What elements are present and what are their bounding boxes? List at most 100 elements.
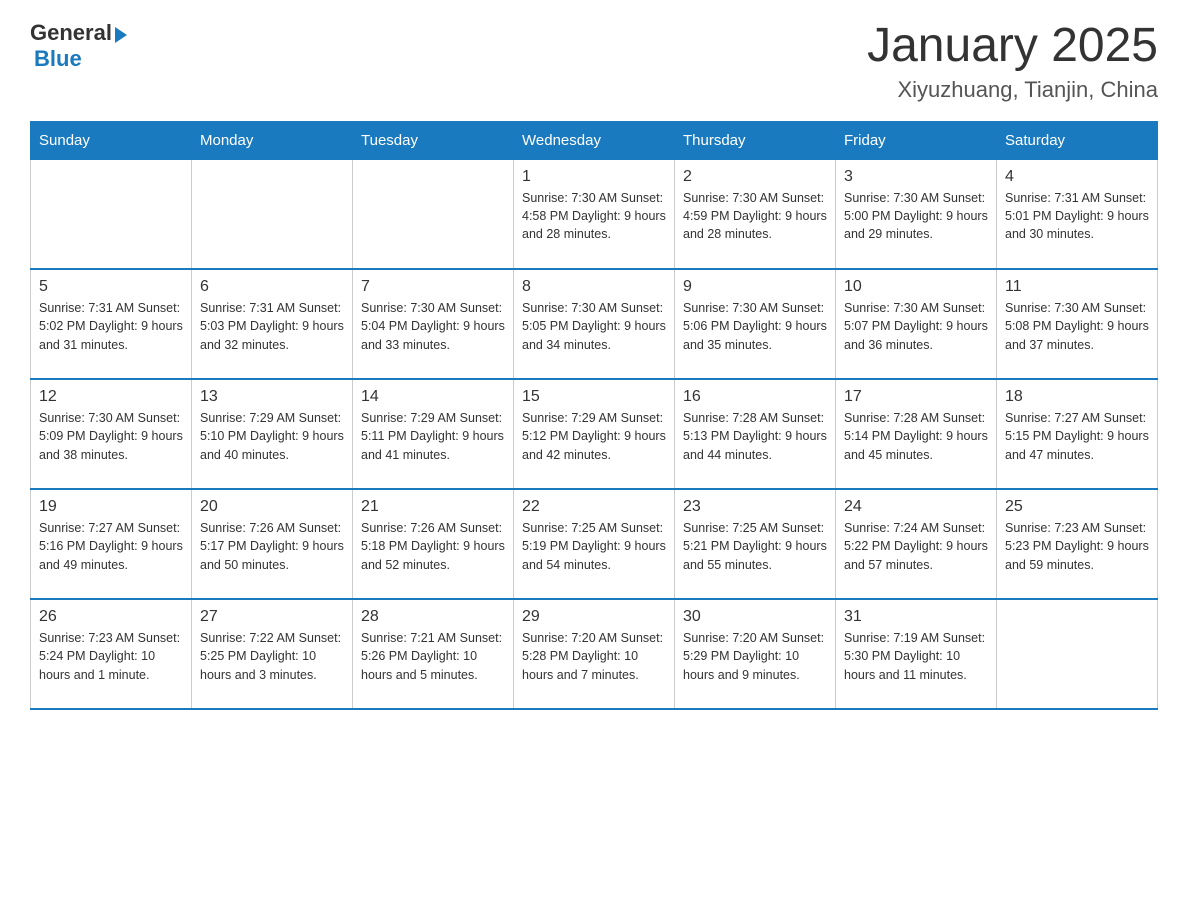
calendar-cell: 28Sunrise: 7:21 AM Sunset: 5:26 PM Dayli… — [353, 599, 514, 709]
calendar-week-row: 19Sunrise: 7:27 AM Sunset: 5:16 PM Dayli… — [31, 489, 1158, 599]
day-number: 31 — [844, 608, 988, 626]
day-number: 21 — [361, 498, 505, 516]
calendar-week-row: 26 Sunrise: 7:23 AM Sunset: 5:24 PM Dayli… — [31, 599, 1158, 709]
day-info: Sunrise: 7:19 AM Sunset: 5:30 PM Dayligh… — [844, 629, 988, 683]
day-info: Sunrise: 7:26 AM Sunset: 5:18 PM Dayligh… — [361, 519, 505, 573]
day-info: Sunrise: 7:25 AM Sunset: 5:19 PM Dayligh… — [522, 519, 666, 573]
calendar-week-row: 1 Sunrise: 7:30 AM Sunset: 4:58 PM Daylig… — [31, 159, 1158, 269]
calendar-table: SundayMondayTuesdayWednesdayThursdayFrid… — [30, 121, 1158, 711]
calendar-cell: 6 Sunrise: 7:31 AM Sunset: 5:03 PM Daylig… — [192, 269, 353, 379]
day-number: 4 — [1005, 168, 1149, 186]
day-number: 20 — [200, 498, 344, 516]
day-number: 7 — [361, 278, 505, 296]
calendar-cell — [31, 159, 192, 269]
calendar-cell: 26 Sunrise: 7:23 AM Sunset: 5:24 PM Dayli… — [31, 599, 192, 709]
calendar-cell: 3 Sunrise: 7:30 AM Sunset: 5:00 PM Daylig… — [836, 159, 997, 269]
calendar-cell: 4Sunrise: 7:31 AM Sunset: 5:01 PM Daylig… — [997, 159, 1158, 269]
page-header: General Blue January 2025 Xiyuzhuang, Ti… — [30, 20, 1158, 103]
day-info: Sunrise: 7:30 AM Sunset: 5:07 PM Dayligh… — [844, 299, 988, 353]
calendar-cell: 27 Sunrise: 7:22 AM Sunset: 5:25 PM Dayli… — [192, 599, 353, 709]
day-info: Sunrise: 7:31 AM Sunset: 5:03 PM Dayligh… — [200, 299, 344, 353]
day-info: Sunrise: 7:22 AM Sunset: 5:25 PM Dayligh… — [200, 629, 344, 683]
day-info: Sunrise: 7:28 AM Sunset: 5:13 PM Dayligh… — [683, 409, 827, 463]
calendar-week-row: 12Sunrise: 7:30 AM Sunset: 5:09 PM Dayli… — [31, 379, 1158, 489]
day-number: 30 — [683, 608, 827, 626]
day-number: 23 — [683, 498, 827, 516]
day-number: 11 — [1005, 278, 1149, 296]
calendar-cell: 7 Sunrise: 7:30 AM Sunset: 5:04 PM Daylig… — [353, 269, 514, 379]
day-number: 19 — [39, 498, 183, 516]
day-number: 13 — [200, 388, 344, 406]
day-number: 10 — [844, 278, 988, 296]
calendar-cell: 21 Sunrise: 7:26 AM Sunset: 5:18 PM Dayli… — [353, 489, 514, 599]
day-info: Sunrise: 7:28 AM Sunset: 5:14 PM Dayligh… — [844, 409, 988, 463]
calendar-cell: 11 Sunrise: 7:30 AM Sunset: 5:08 PM Dayli… — [997, 269, 1158, 379]
day-number: 17 — [844, 388, 988, 406]
day-number: 28 — [361, 608, 505, 626]
calendar-cell — [353, 159, 514, 269]
calendar-title: January 2025 — [867, 20, 1158, 73]
day-number: 1 — [522, 168, 666, 186]
day-info: Sunrise: 7:30 AM Sunset: 5:04 PM Dayligh… — [361, 299, 505, 353]
day-info: Sunrise: 7:30 AM Sunset: 5:08 PM Dayligh… — [1005, 299, 1149, 353]
col-header-monday: Monday — [192, 121, 353, 159]
col-header-saturday: Saturday — [997, 121, 1158, 159]
calendar-cell: 14 Sunrise: 7:29 AM Sunset: 5:11 PM Dayli… — [353, 379, 514, 489]
calendar-cell: 12Sunrise: 7:30 AM Sunset: 5:09 PM Dayli… — [31, 379, 192, 489]
day-number: 15 — [522, 388, 666, 406]
col-header-friday: Friday — [836, 121, 997, 159]
day-number: 27 — [200, 608, 344, 626]
day-number: 18 — [1005, 388, 1149, 406]
calendar-cell — [997, 599, 1158, 709]
col-header-wednesday: Wednesday — [514, 121, 675, 159]
calendar-cell: 17 Sunrise: 7:28 AM Sunset: 5:14 PM Dayli… — [836, 379, 997, 489]
day-number: 16 — [683, 388, 827, 406]
calendar-cell: 24Sunrise: 7:24 AM Sunset: 5:22 PM Dayli… — [836, 489, 997, 599]
calendar-cell: 23 Sunrise: 7:25 AM Sunset: 5:21 PM Dayli… — [675, 489, 836, 599]
calendar-cell: 30 Sunrise: 7:20 AM Sunset: 5:29 PM Dayli… — [675, 599, 836, 709]
day-info: Sunrise: 7:30 AM Sunset: 4:58 PM Dayligh… — [522, 189, 666, 243]
calendar-header-row: SundayMondayTuesdayWednesdayThursdayFrid… — [31, 121, 1158, 159]
calendar-cell: 22 Sunrise: 7:25 AM Sunset: 5:19 PM Dayli… — [514, 489, 675, 599]
calendar-cell: 19Sunrise: 7:27 AM Sunset: 5:16 PM Dayli… — [31, 489, 192, 599]
day-info: Sunrise: 7:20 AM Sunset: 5:28 PM Dayligh… — [522, 629, 666, 683]
day-number: 6 — [200, 278, 344, 296]
day-info: Sunrise: 7:31 AM Sunset: 5:02 PM Dayligh… — [39, 299, 183, 353]
day-number: 9 — [683, 278, 827, 296]
logo-arrow-icon — [115, 27, 127, 43]
day-number: 26 — [39, 608, 183, 626]
day-info: Sunrise: 7:20 AM Sunset: 5:29 PM Dayligh… — [683, 629, 827, 683]
logo: General Blue — [30, 20, 127, 72]
calendar-cell: 29Sunrise: 7:20 AM Sunset: 5:28 PM Dayli… — [514, 599, 675, 709]
day-info: Sunrise: 7:30 AM Sunset: 4:59 PM Dayligh… — [683, 189, 827, 243]
day-number: 24 — [844, 498, 988, 516]
calendar-cell: 1 Sunrise: 7:30 AM Sunset: 4:58 PM Daylig… — [514, 159, 675, 269]
calendar-subtitle: Xiyuzhuang, Tianjin, China — [867, 77, 1158, 103]
calendar-cell: 20 Sunrise: 7:26 AM Sunset: 5:17 PM Dayli… — [192, 489, 353, 599]
calendar-cell: 31 Sunrise: 7:19 AM Sunset: 5:30 PM Dayli… — [836, 599, 997, 709]
calendar-week-row: 5Sunrise: 7:31 AM Sunset: 5:02 PM Daylig… — [31, 269, 1158, 379]
calendar-cell: 9 Sunrise: 7:30 AM Sunset: 5:06 PM Daylig… — [675, 269, 836, 379]
day-info: Sunrise: 7:29 AM Sunset: 5:12 PM Dayligh… — [522, 409, 666, 463]
calendar-cell: 25Sunrise: 7:23 AM Sunset: 5:23 PM Dayli… — [997, 489, 1158, 599]
day-number: 3 — [844, 168, 988, 186]
calendar-cell: 18 Sunrise: 7:27 AM Sunset: 5:15 PM Dayli… — [997, 379, 1158, 489]
day-number: 22 — [522, 498, 666, 516]
day-info: Sunrise: 7:30 AM Sunset: 5:06 PM Dayligh… — [683, 299, 827, 353]
title-block: January 2025 Xiyuzhuang, Tianjin, China — [867, 20, 1158, 103]
logo-general-text: General — [30, 20, 112, 46]
day-number: 14 — [361, 388, 505, 406]
day-info: Sunrise: 7:29 AM Sunset: 5:11 PM Dayligh… — [361, 409, 505, 463]
calendar-cell: 10 Sunrise: 7:30 AM Sunset: 5:07 PM Dayli… — [836, 269, 997, 379]
col-header-tuesday: Tuesday — [353, 121, 514, 159]
day-info: Sunrise: 7:27 AM Sunset: 5:15 PM Dayligh… — [1005, 409, 1149, 463]
day-info: Sunrise: 7:23 AM Sunset: 5:24 PM Dayligh… — [39, 629, 183, 683]
day-info: Sunrise: 7:25 AM Sunset: 5:21 PM Dayligh… — [683, 519, 827, 573]
logo-blue-text: Blue — [34, 46, 82, 72]
day-info: Sunrise: 7:30 AM Sunset: 5:00 PM Dayligh… — [844, 189, 988, 243]
calendar-cell — [192, 159, 353, 269]
calendar-cell: 15 Sunrise: 7:29 AM Sunset: 5:12 PM Dayli… — [514, 379, 675, 489]
day-info: Sunrise: 7:26 AM Sunset: 5:17 PM Dayligh… — [200, 519, 344, 573]
day-number: 2 — [683, 168, 827, 186]
calendar-cell: 8Sunrise: 7:30 AM Sunset: 5:05 PM Daylig… — [514, 269, 675, 379]
